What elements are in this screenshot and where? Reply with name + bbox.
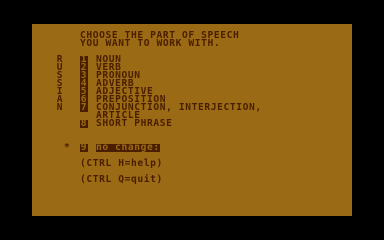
menu-number-short-phrase[interactable]: 8: [80, 119, 88, 128]
program-screen: CHOOSE THE PART OF SPEECH YOU WANT TO WO…: [32, 24, 352, 216]
menu-number-conjunction[interactable]: 7: [80, 103, 88, 112]
menu-option-short-phrase[interactable]: SHORT PHRASE: [96, 119, 173, 129]
prompt-number[interactable]: 9: [80, 143, 88, 152]
help-hint: (CTRL H=help): [80, 158, 163, 169]
instruction-line-2: YOU WANT TO WORK WITH.: [80, 38, 221, 49]
selection-marker: *: [64, 142, 71, 153]
prompt-input-field[interactable]: no change:: [96, 143, 160, 152]
side-letter: N: [56, 102, 64, 113]
quit-hint: (CTRL Q=quit): [80, 174, 163, 185]
